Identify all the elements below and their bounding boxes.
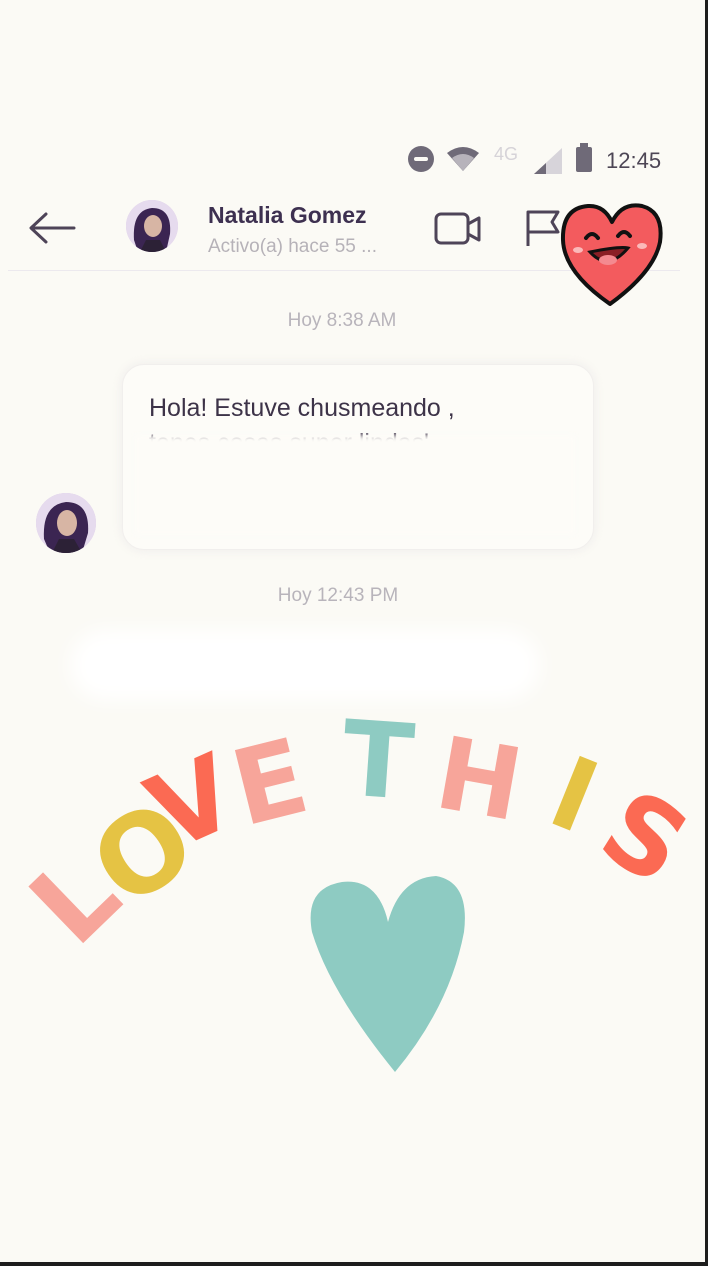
teal-heart-shape bbox=[310, 876, 465, 1072]
sender-avatar[interactable] bbox=[36, 493, 96, 553]
sticker-letter-h: H bbox=[428, 714, 531, 844]
message-line: Hola! Estuve chusmeando , bbox=[149, 394, 455, 422]
status-clock: 12:45 bbox=[606, 148, 662, 173]
video-call-icon[interactable] bbox=[434, 212, 482, 246]
do-not-disturb-icon bbox=[408, 146, 434, 172]
signal-icon bbox=[534, 148, 562, 174]
contact-avatar[interactable] bbox=[126, 200, 178, 252]
smiling-heart-sticker bbox=[560, 203, 663, 306]
wifi-icon bbox=[447, 147, 479, 171]
love-this-sticker: L O V E T H I S bbox=[7, 697, 708, 1072]
message-bubble[interactable]: Hola! Estuve chusmeando , tenes cosas su… bbox=[122, 364, 594, 550]
battery-icon bbox=[576, 143, 592, 172]
network-type: 4G bbox=[494, 144, 519, 164]
message-timestamp: Hoy 8:38 AM bbox=[287, 310, 397, 331]
message-timestamp: Hoy 12:43 PM bbox=[277, 585, 399, 606]
back-arrow-icon[interactable] bbox=[28, 210, 76, 246]
status-bar: 4G 12:45 bbox=[400, 140, 670, 180]
contact-status: Activo(a) hace 55 ... bbox=[208, 236, 377, 257]
redacted-area bbox=[135, 435, 575, 535]
contact-name[interactable]: Natalia Gomez bbox=[208, 202, 367, 229]
sticker-letter-s: S bbox=[581, 766, 708, 909]
sticker-letter-t: T bbox=[338, 697, 417, 824]
frame-bottom bbox=[0, 1262, 708, 1266]
